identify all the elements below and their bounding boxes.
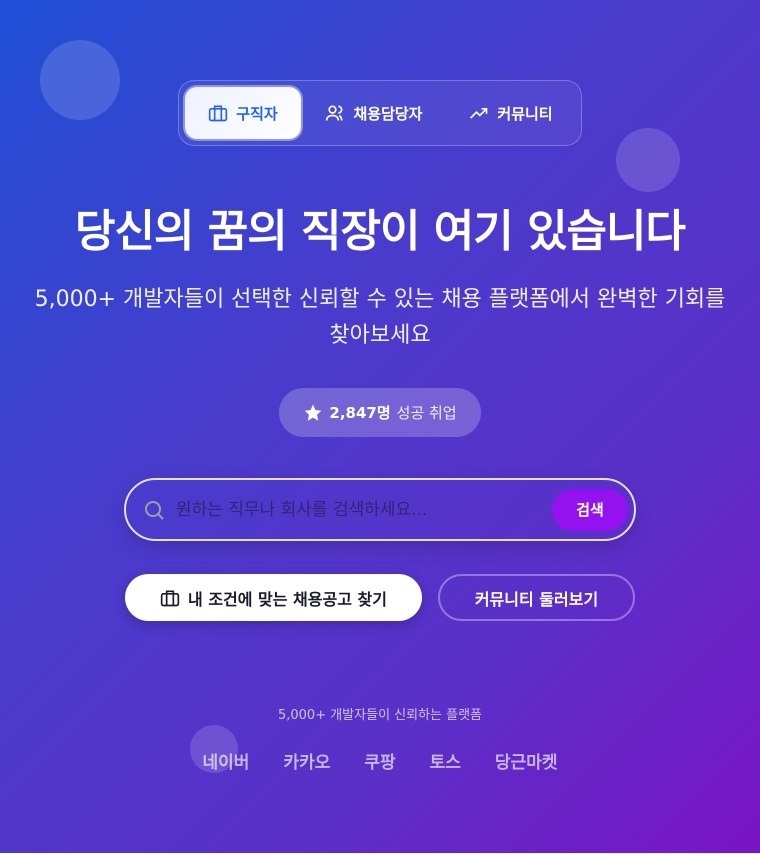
star-icon	[305, 404, 322, 421]
briefcase-icon	[209, 105, 228, 122]
hero-title: 당신의 꿈의 직장이 여기 있습니다	[75, 206, 686, 257]
search-bar: 검색	[124, 478, 636, 541]
briefcase-icon	[160, 590, 180, 606]
browse-community-button[interactable]: 커뮤니티 둘러보기	[438, 574, 635, 621]
company-logo: 토스	[429, 753, 461, 773]
search-input[interactable]	[176, 499, 552, 520]
find-jobs-label: 내 조건에 맞는 채용공고 찾기	[188, 589, 387, 609]
tab-label: 커뮤니티	[497, 104, 553, 123]
search-icon	[145, 500, 164, 520]
tab-job-seeker[interactable]: 구직자	[185, 87, 301, 139]
tab-community[interactable]: 커뮤니티	[447, 87, 575, 139]
success-badge: 2,847명 성공 취업	[279, 388, 481, 437]
tab-recruiter[interactable]: 채용담당자	[307, 87, 441, 139]
success-count: 2,847명	[329, 404, 391, 422]
tab-label: 구직자	[236, 104, 278, 123]
success-label: 성공 취업	[396, 404, 457, 422]
company-logo: 카카오	[283, 753, 331, 773]
trust-text: 5,000+ 개발자들이 신뢰하는 플랫폼	[277, 708, 483, 723]
tab-label: 채용담당자	[353, 104, 423, 123]
decorative-circle	[616, 128, 680, 192]
users-icon	[326, 105, 343, 121]
decorative-circle	[40, 40, 120, 120]
role-tabs: 구직자 채용담당자 커뮤니티	[178, 80, 582, 146]
trending-up-icon	[470, 108, 488, 119]
company-logo: 쿠팡	[364, 753, 396, 773]
search-button[interactable]: 검색	[552, 488, 628, 531]
hero-section: 구직자 채용담당자 커뮤니티 당신의 꿈의 직장이 여기 있습니다 5,000+…	[0, 0, 760, 853]
company-logo: 네이버	[202, 753, 250, 773]
company-logo: 당근마켓	[494, 753, 558, 773]
find-jobs-button[interactable]: 내 조건에 맞는 채용공고 찾기	[125, 574, 422, 621]
company-logos: 네이버 카카오 쿠팡 토스 당근마켓	[0, 748, 760, 773]
hero-subtitle: 5,000+ 개발자들이 선택한 신뢰할 수 있는 채용 플랫폼에서 완벽한 기…	[34, 287, 726, 348]
